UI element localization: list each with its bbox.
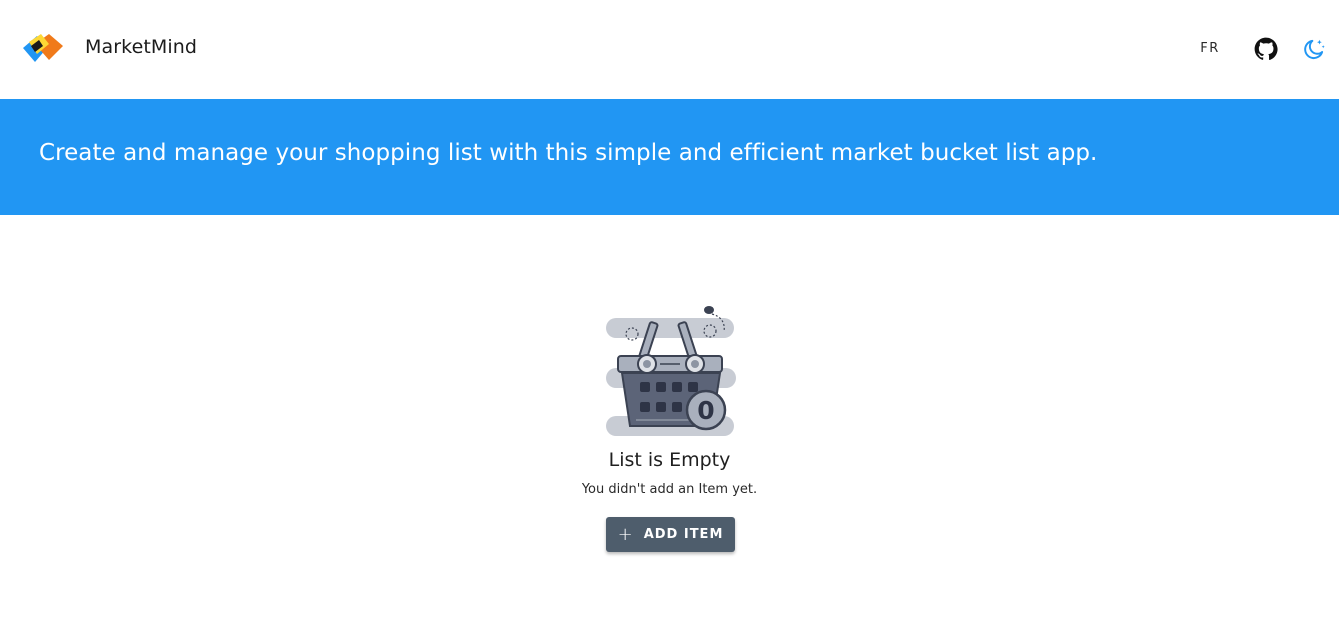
empty-basket-icon: 0	[606, 306, 736, 436]
add-item-label: ADD ITEM	[643, 527, 724, 542]
hero-banner: Create and manage your shopping list wit…	[0, 99, 1339, 215]
add-item-button[interactable]: + ADD ITEM	[606, 517, 735, 552]
app-header: MarketMind FR	[0, 0, 1339, 99]
plus-icon: +	[617, 523, 633, 545]
basket-count-badge: 0	[697, 396, 714, 425]
github-icon[interactable]	[1253, 36, 1279, 62]
moon-icon[interactable]	[1301, 36, 1327, 62]
language-toggle-button[interactable]: FR	[1192, 37, 1228, 61]
empty-state-title: List is Empty	[608, 449, 731, 471]
banner-text: Create and manage your shopping list wit…	[39, 140, 1098, 166]
brand-name[interactable]: MarketMind	[85, 36, 197, 58]
basket-logo-icon[interactable]	[19, 30, 67, 66]
empty-state-subtitle: You didn't add an Item yet.	[581, 482, 758, 497]
